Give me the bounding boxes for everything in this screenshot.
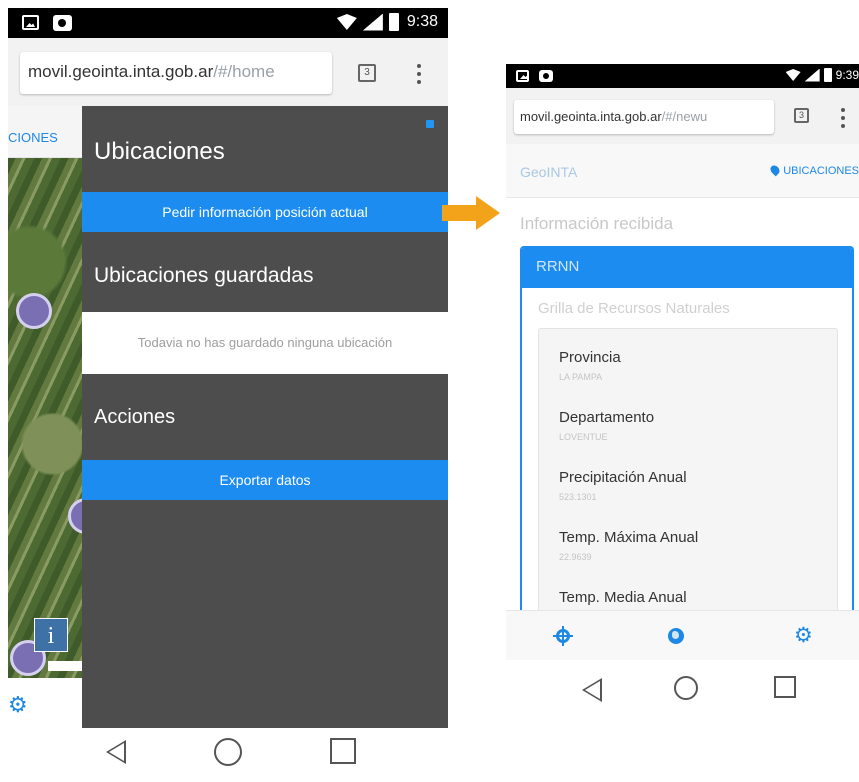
back-icon[interactable] [582,678,602,702]
field-value: 523.1301 [559,492,597,502]
browser-address-bar: movil.geointa.inta.gob.ar/#/newu 3 [506,88,859,144]
field-label: Precipitación Anual [559,469,687,486]
status-time: 9:39 [835,68,859,82]
field-label: Temp. Máxima Anual [559,529,699,546]
field-provincia: Provincia LA PAMPA [559,349,621,382]
battery-icon [388,13,399,31]
map-pin-icon [768,163,782,177]
locations-drawer: Ubicaciones Pedir información posición a… [82,106,448,728]
status-bar: 9:39 [506,64,859,88]
map-info-button[interactable]: i [34,618,68,652]
browser-address-bar: movil.geointa.inta.gob.ar/#/home 3 [8,38,448,106]
panel-subtitle: Grilla de Recursos Naturales [538,300,730,317]
nav-locations-link[interactable]: CIONES [8,130,58,145]
nav-locations-link[interactable]: UBICACIONES [768,163,859,177]
field-value: 22.9639 [559,552,592,562]
left-phone-screen: 9:38 movil.geointa.inta.gob.ar/#/home 3 … [8,8,448,776]
right-phone-screen: 9:39 movil.geointa.inta.gob.ar/#/newu 3 … [506,64,859,716]
export-data-button[interactable]: Exportar datos [82,460,448,500]
tabs-icon[interactable]: 3 [358,64,376,82]
recents-icon[interactable] [774,676,796,698]
field-value: LA PAMPA [559,372,603,382]
wifi-icon [785,69,801,81]
map-scale-bar [48,661,82,671]
gear-icon[interactable]: ⚙ [794,623,813,648]
field-temp-media: Temp. Media Anual [559,589,687,612]
saved-locations-heading: Ubicaciones guardadas [94,264,314,287]
signal-icon [362,13,383,31]
nav-locations-label: UBICACIONES [783,165,859,177]
signal-icon [804,68,820,82]
camera-icon [53,15,72,31]
field-label: Departamento [559,409,655,426]
home-icon[interactable] [674,676,698,700]
image-icon [516,70,529,82]
more-vert-icon[interactable] [840,108,846,128]
panel-heading: RRNN [522,248,852,288]
home-icon[interactable] [214,738,242,766]
status-bar: 9:38 [8,8,448,38]
more-vert-icon[interactable] [416,64,422,84]
back-icon[interactable] [106,740,126,764]
wifi-icon [336,14,357,30]
battery-icon [823,68,832,82]
status-time: 9:38 [406,13,438,30]
transition-arrow [442,196,502,230]
gear-icon[interactable]: ⚙ [8,692,28,718]
field-precipitacion: Precipitación Anual 523.1301 [559,469,687,502]
url-host: movil.geointa.inta.gob.ar [520,109,662,124]
brand-logo[interactable]: GeoINTA [520,164,577,180]
navbar-underlay: CIONES [8,106,82,158]
tabs-icon[interactable]: 3 [794,108,809,123]
actions-heading: Acciones [94,406,176,428]
globe-icon[interactable] [668,628,684,644]
field-temp-maxima: Temp. Máxima Anual 22.9639 [559,529,698,562]
field-label: Temp. Media Anual [559,589,687,606]
camera-icon [539,70,553,82]
field-departamento: Departamento LOVENTUE [559,409,654,442]
url-host: movil.geointa.inta.gob.ar [28,62,214,81]
field-label: Provincia [559,349,621,366]
map-marker[interactable] [16,293,52,329]
drawer-title: Ubicaciones [94,138,225,165]
app-navbar: GeoINTA UBICACIONES [506,144,859,198]
bottom-tab-bar: ⚙ [506,610,859,660]
drawer-close-icon[interactable] [426,120,434,128]
url-field[interactable]: movil.geointa.inta.gob.ar/#/home [20,52,332,94]
crosshair-icon[interactable] [553,626,573,646]
android-nav-bar [8,728,448,776]
request-position-button[interactable]: Pedir información posición actual [82,192,448,232]
image-icon [22,15,39,30]
satellite-map[interactable] [8,158,82,678]
recents-icon[interactable] [330,738,356,764]
received-info-title: Información recibida [520,214,674,233]
url-path: /#/newu [661,109,708,124]
field-value: LOVENTUE [559,432,608,442]
url-path: /#/home [213,62,275,81]
saved-locations-empty: Todavia no has guardado ninguna ubicació… [82,312,448,374]
url-field[interactable]: movil.geointa.inta.gob.ar/#/newu [514,100,774,134]
android-nav-bar [506,660,859,716]
